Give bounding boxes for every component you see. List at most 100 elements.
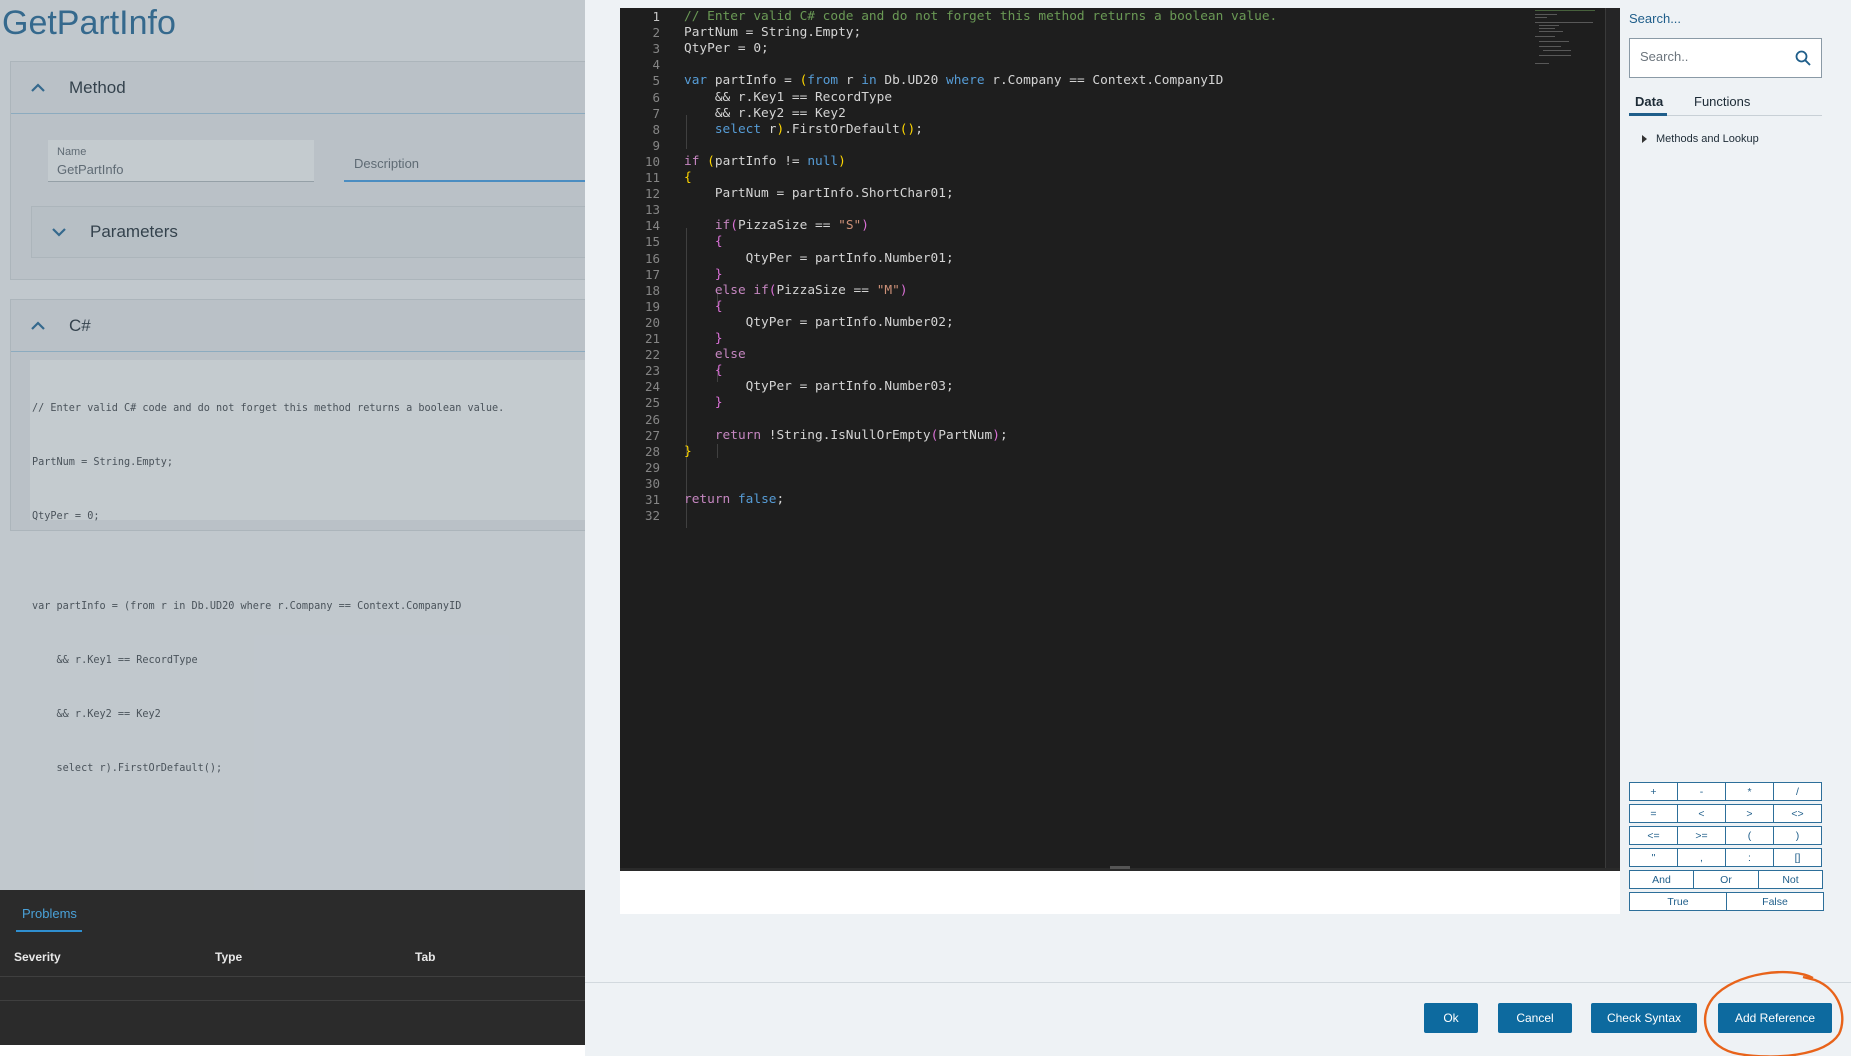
- check-syntax-button[interactable]: Check Syntax: [1591, 1003, 1697, 1033]
- code-token: ): [861, 218, 869, 234]
- search-box[interactable]: [1629, 38, 1822, 78]
- code-token: && r.Key2 == Key2: [684, 105, 846, 121]
- line-number: 7: [652, 105, 660, 121]
- operator-not-equal-button[interactable]: <>: [1773, 804, 1822, 823]
- code-line: {: [684, 363, 723, 378]
- operator-not-button[interactable]: Not: [1758, 870, 1823, 889]
- operator-comma-button[interactable]: ,: [1677, 848, 1726, 867]
- name-field[interactable]: Name GetPartInfo: [48, 140, 314, 182]
- csharp-panel-header[interactable]: C#: [11, 300, 585, 352]
- code-token: null: [807, 153, 839, 169]
- code-token: ): [899, 282, 908, 298]
- code-token: QtyPer = partInfo.Number01;: [684, 250, 954, 266]
- operator-open-paren-button[interactable]: (: [1725, 826, 1774, 845]
- code-token: {: [684, 170, 692, 185]
- line-number-gutter: 1 2 3 4 5 6 7 8 9 10 11 12 13 14 15 16 17 18 19 20 21 22 23 24 2…: [620, 8, 670, 868]
- code-line: {: [684, 234, 723, 249]
- search-icon[interactable]: [1795, 50, 1811, 66]
- highlight-circle-annotation: [1703, 970, 1844, 1056]
- operator-and-button[interactable]: And: [1629, 870, 1694, 889]
- chevron-up-icon[interactable]: [29, 79, 47, 97]
- code-token: var: [684, 73, 708, 89]
- operator-multiply-button[interactable]: *: [1725, 782, 1774, 801]
- tab-data[interactable]: Data: [1635, 94, 1663, 109]
- background-form: GetPartInfo Method Name GetPartInfo Desc…: [0, 0, 585, 1045]
- tab-active-indicator: [1629, 113, 1667, 116]
- minimap-line: [1539, 31, 1563, 32]
- parameters-panel-header[interactable]: Parameters: [31, 206, 585, 258]
- ok-button[interactable]: Ok: [1424, 1003, 1478, 1033]
- code-editor-dialog: 1 2 3 4 5 6 7 8 9 10 11 12 13 14 15 16 17 18 19 20 21 22 23 24 2…: [585, 0, 1851, 1056]
- cancel-button[interactable]: Cancel: [1498, 1003, 1572, 1033]
- code-token: (: [768, 282, 777, 298]
- code-line: }: [684, 395, 723, 410]
- operator-row: = < > <>: [1629, 804, 1822, 823]
- operator-brackets-button[interactable]: []: [1773, 848, 1822, 867]
- code-token: PartNum: [938, 427, 993, 443]
- editor-vertical-scrollbar[interactable]: [1605, 8, 1620, 868]
- operator-less-equal-button[interactable]: <=: [1629, 826, 1678, 845]
- operator-colon-button[interactable]: :: [1725, 848, 1774, 867]
- chevron-up-icon[interactable]: [29, 317, 47, 335]
- code-line: QtyPer = partInfo.Number01;: [684, 251, 954, 266]
- minimap-line: [1543, 50, 1571, 51]
- code-token: // Enter valid C# code and do not forget…: [684, 9, 1278, 24]
- code-token: "S": [838, 218, 862, 234]
- description-field-label[interactable]: Description: [354, 156, 419, 171]
- tab-column-header[interactable]: Tab: [415, 950, 435, 964]
- code-minimap[interactable]: [1535, 8, 1605, 68]
- operator-divide-button[interactable]: /: [1773, 782, 1822, 801]
- code-token: r: [761, 121, 777, 137]
- code-token: ): [992, 427, 1000, 443]
- code-token: PizzaSize ==: [776, 282, 877, 298]
- line-number: 22: [644, 347, 660, 363]
- operator-false-button[interactable]: False: [1726, 892, 1824, 911]
- expand-triangle-icon[interactable]: [1642, 135, 1647, 143]
- line-number: 3: [652, 41, 660, 57]
- csharp-panel-title: C#: [69, 315, 91, 335]
- side-tabs: Data Functions: [1629, 92, 1822, 116]
- code-line: && r.Key1 == RecordType: [684, 90, 892, 105]
- chevron-down-icon[interactable]: [50, 223, 68, 241]
- operator-or-button[interactable]: Or: [1693, 870, 1759, 889]
- operator-greater-equal-button[interactable]: >=: [1677, 826, 1726, 845]
- operator-less-than-button[interactable]: <: [1677, 804, 1726, 823]
- problems-tab[interactable]: Problems: [22, 906, 77, 921]
- csharp-code-preview[interactable]: // Enter valid C# code and do not forget…: [30, 360, 585, 774]
- code-line: select r).FirstOrDefault();: [684, 122, 923, 137]
- line-number: 19: [644, 298, 660, 314]
- code-token: ;: [999, 427, 1008, 443]
- minimap-line: [1539, 46, 1561, 47]
- operator-equals-button[interactable]: =: [1629, 804, 1678, 823]
- operator-minus-button[interactable]: -: [1677, 782, 1726, 801]
- code-preview-line: select r).FirstOrDefault();: [32, 763, 223, 774]
- line-number: 2: [652, 25, 660, 41]
- tree-item-methods-and-lookup[interactable]: Methods and Lookup: [1642, 133, 1759, 145]
- code-token: ): [838, 153, 846, 169]
- type-column-header[interactable]: Type: [215, 950, 242, 964]
- splitter-handle[interactable]: [1110, 866, 1130, 869]
- code-token: }: [714, 331, 723, 346]
- code-editor[interactable]: 1 2 3 4 5 6 7 8 9 10 11 12 13 14 15 16 17 18 19 20 21 22 23 24 2…: [620, 8, 1620, 868]
- search-input[interactable]: [1640, 49, 1790, 64]
- code-token: return: [684, 492, 731, 507]
- operator-true-button[interactable]: True: [1629, 892, 1727, 911]
- line-number: 10: [644, 153, 660, 169]
- code-line: QtyPer = 0;: [684, 41, 769, 56]
- operator-plus-button[interactable]: +: [1629, 782, 1678, 801]
- operator-quote-button[interactable]: ": [1629, 848, 1678, 867]
- method-panel-header[interactable]: Method: [11, 62, 585, 114]
- operator-greater-than-button[interactable]: >: [1725, 804, 1774, 823]
- tab-functions[interactable]: Functions: [1694, 94, 1750, 109]
- operator-close-paren-button[interactable]: ): [1773, 826, 1822, 845]
- line-number: 8: [652, 121, 660, 137]
- code-token: }: [684, 443, 692, 459]
- severity-column-header[interactable]: Severity: [14, 950, 61, 964]
- code-line: {: [684, 170, 692, 185]
- minimap-line: [1535, 10, 1595, 11]
